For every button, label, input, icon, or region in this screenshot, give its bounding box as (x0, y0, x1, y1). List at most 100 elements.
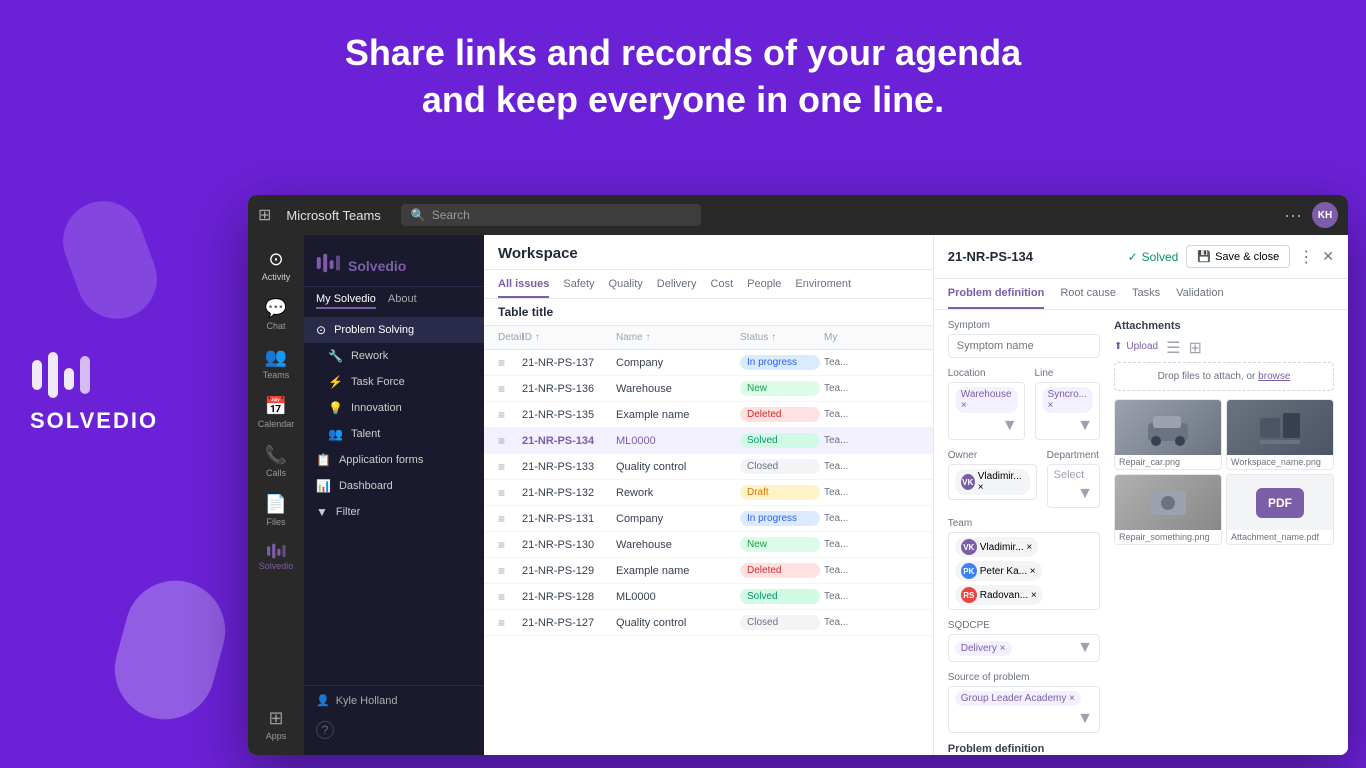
table-row[interactable]: ≡ 21-NR-PS-130 Warehouse New Tea... (484, 532, 933, 558)
nav-task-force[interactable]: ⚡ Task Force (304, 369, 484, 395)
sqdcpe-tag: Delivery × (955, 641, 1012, 656)
teams-nav-solvedio[interactable]: Solvedio (252, 537, 300, 577)
nav-application-forms[interactable]: 📋 Application forms (304, 447, 484, 473)
col-status[interactable]: Status ↑ (740, 332, 820, 343)
table-row[interactable]: ≡ 21-NR-PS-137 Company In progress Tea..… (484, 350, 933, 376)
location-tag-container[interactable]: Warehouse × ▼ (948, 382, 1025, 440)
nav-rework[interactable]: 🔧 Rework (304, 343, 484, 369)
drag-handle: ≡ (498, 590, 518, 604)
row-id: 21-NR-PS-128 (522, 591, 612, 603)
teams-more-icon[interactable]: ··· (1284, 205, 1302, 226)
nav-innovation[interactable]: 💡 Innovation (304, 395, 484, 421)
tab-problem-definition[interactable]: Problem definition (948, 279, 1045, 309)
upload-button[interactable]: ⬆ Upload (1114, 341, 1158, 352)
line-tag-container[interactable]: Syncro... × ▼ (1035, 382, 1100, 440)
drag-handle: ≡ (498, 486, 518, 500)
row-status: In progress (740, 511, 820, 526)
source-tag-container[interactable]: Group Leader Academy × ▼ (948, 686, 1100, 733)
table-row[interactable]: ≡ 21-NR-PS-136 Warehouse New Tea... (484, 376, 933, 402)
tab-my-solvedio[interactable]: My Solvedio (316, 293, 376, 309)
hero-section: Share links and records of your agenda a… (0, 0, 1366, 144)
table-row[interactable]: ≡ 21-NR-PS-132 Rework Draft Tea... (484, 480, 933, 506)
tab-cost[interactable]: Cost (711, 278, 734, 298)
attachment-workspace[interactable]: Workspace_name.png (1226, 399, 1334, 470)
issues-table: ≡ 21-NR-PS-137 Company In progress Tea..… (484, 350, 933, 636)
detail-header: 21-NR-PS-134 ✓ Solved 💾 Save & close ⋮ ✕ (934, 235, 1348, 279)
tab-validation[interactable]: Validation (1176, 279, 1224, 309)
team-tag-container[interactable]: VK Vladimir... × PK Peter Ka... × RS Rad… (948, 532, 1100, 610)
tab-root-cause[interactable]: Root cause (1060, 279, 1116, 309)
teams-nav-apps[interactable]: ⊞ Apps (252, 702, 300, 747)
teams-nav-chat[interactable]: 💬 Chat (252, 292, 300, 337)
teams-nav-calls[interactable]: 📞 Calls (252, 439, 300, 484)
tab-tasks[interactable]: Tasks (1132, 279, 1160, 309)
nav-dashboard[interactable]: 📊 Dashboard (304, 473, 484, 499)
tab-about[interactable]: About (388, 293, 417, 309)
drop-zone[interactable]: Drop files to attach, or browse (1114, 362, 1334, 391)
location-tag-text: Warehouse × (961, 389, 1012, 411)
sqdcpe-dropdown-icon[interactable]: ▼ (1077, 639, 1093, 657)
col-name[interactable]: Name ↑ (616, 332, 736, 343)
sqdcpe-tag-container[interactable]: Delivery × ▼ (948, 634, 1100, 662)
tab-delivery[interactable]: Delivery (657, 278, 697, 298)
nav-problem-solving[interactable]: ⊙ Problem Solving (304, 317, 484, 343)
dept-dropdown-icon[interactable]: ▼ (1077, 485, 1093, 503)
nav-problem-solving-label: Problem Solving (334, 324, 414, 336)
teams-search-box[interactable]: 🔍 Search (401, 204, 701, 226)
nav-filter[interactable]: ▼ Filter (304, 499, 484, 525)
department-select[interactable]: Select ▼ (1047, 464, 1100, 508)
attachment-pdf[interactable]: PDF Attachment_name.pdf (1226, 474, 1334, 545)
location-dropdown-icon[interactable]: ▼ (1002, 417, 1018, 435)
grid-view-icon[interactable]: ⊞ (1188, 338, 1201, 358)
drop-text: Drop files to attach, or (1158, 371, 1256, 382)
row-id: 21-NR-PS-135 (522, 409, 612, 421)
table-row[interactable]: ≡ 21-NR-PS-134 ML0000 Solved Tea... (484, 428, 933, 454)
save-close-button[interactable]: 💾 Save & close (1186, 245, 1290, 268)
solvedio-logo-large (30, 350, 90, 400)
symptom-input[interactable] (948, 334, 1100, 358)
row-name: Example name (616, 409, 736, 421)
team-rs-name: Radovan... × (980, 590, 1037, 601)
table-title: Table title (484, 299, 933, 326)
list-view-icon[interactable]: ☰ (1166, 338, 1180, 358)
browse-link[interactable]: browse (1258, 371, 1290, 382)
attachment-repair[interactable]: Repair_something.png (1114, 474, 1222, 545)
teams-nav-activity[interactable]: ⊙ Activity (252, 243, 300, 288)
tab-people[interactable]: People (747, 278, 781, 298)
row-status: Draft (740, 485, 820, 500)
save-icon: 💾 (1197, 250, 1211, 263)
teams-nav-calendar[interactable]: 📅 Calendar (252, 390, 300, 435)
source-tag: Group Leader Academy × (955, 691, 1081, 706)
help-icon[interactable]: ? (316, 721, 334, 739)
table-row[interactable]: ≡ 21-NR-PS-129 Example name Deleted Tea.… (484, 558, 933, 584)
tab-all-issues[interactable]: All issues (498, 278, 549, 298)
issues-panel: Workspace All issues Safety Quality Deli… (484, 235, 934, 755)
tab-safety[interactable]: Safety (563, 278, 594, 298)
nav-talent[interactable]: 👥 Talent (304, 421, 484, 447)
more-options-icon[interactable]: ⋮ (1298, 247, 1314, 267)
table-row[interactable]: ≡ 21-NR-PS-133 Quality control Closed Te… (484, 454, 933, 480)
source-dropdown-icon[interactable]: ▼ (1077, 710, 1093, 728)
owner-tag-container[interactable]: VK Vladimir... × (948, 464, 1037, 500)
col-id[interactable]: ID ↑ (522, 332, 612, 343)
tab-quality[interactable]: Quality (609, 278, 643, 298)
row-team: Tea... (824, 591, 884, 602)
row-status: New (740, 381, 820, 396)
nav-dashboard-label: Dashboard (339, 480, 393, 492)
upload-icon: ⬆ (1114, 341, 1122, 352)
table-row[interactable]: ≡ 21-NR-PS-127 Quality control Closed Te… (484, 610, 933, 636)
table-row[interactable]: ≡ 21-NR-PS-131 Company In progress Tea..… (484, 506, 933, 532)
solvedio-nav-icon (266, 543, 286, 559)
line-dropdown-icon[interactable]: ▼ (1077, 417, 1093, 435)
row-name: Example name (616, 565, 736, 577)
tab-enviroment[interactable]: Enviroment (795, 278, 851, 298)
close-panel-icon[interactable]: ✕ (1322, 248, 1334, 265)
symptom-label: Symptom (948, 320, 1100, 331)
table-row[interactable]: ≡ 21-NR-PS-135 Example name Deleted Tea.… (484, 402, 933, 428)
table-row[interactable]: ≡ 21-NR-PS-128 ML0000 Solved Tea... (484, 584, 933, 610)
attachment-car[interactable]: Repair_car.png (1114, 399, 1222, 470)
teams-nav-files[interactable]: 📄 Files (252, 488, 300, 533)
teams-nav-chat-label: Chat (266, 321, 285, 331)
teams-user-avatar[interactable]: KH (1312, 202, 1338, 228)
teams-nav-teams[interactable]: 👥 Teams (252, 341, 300, 386)
